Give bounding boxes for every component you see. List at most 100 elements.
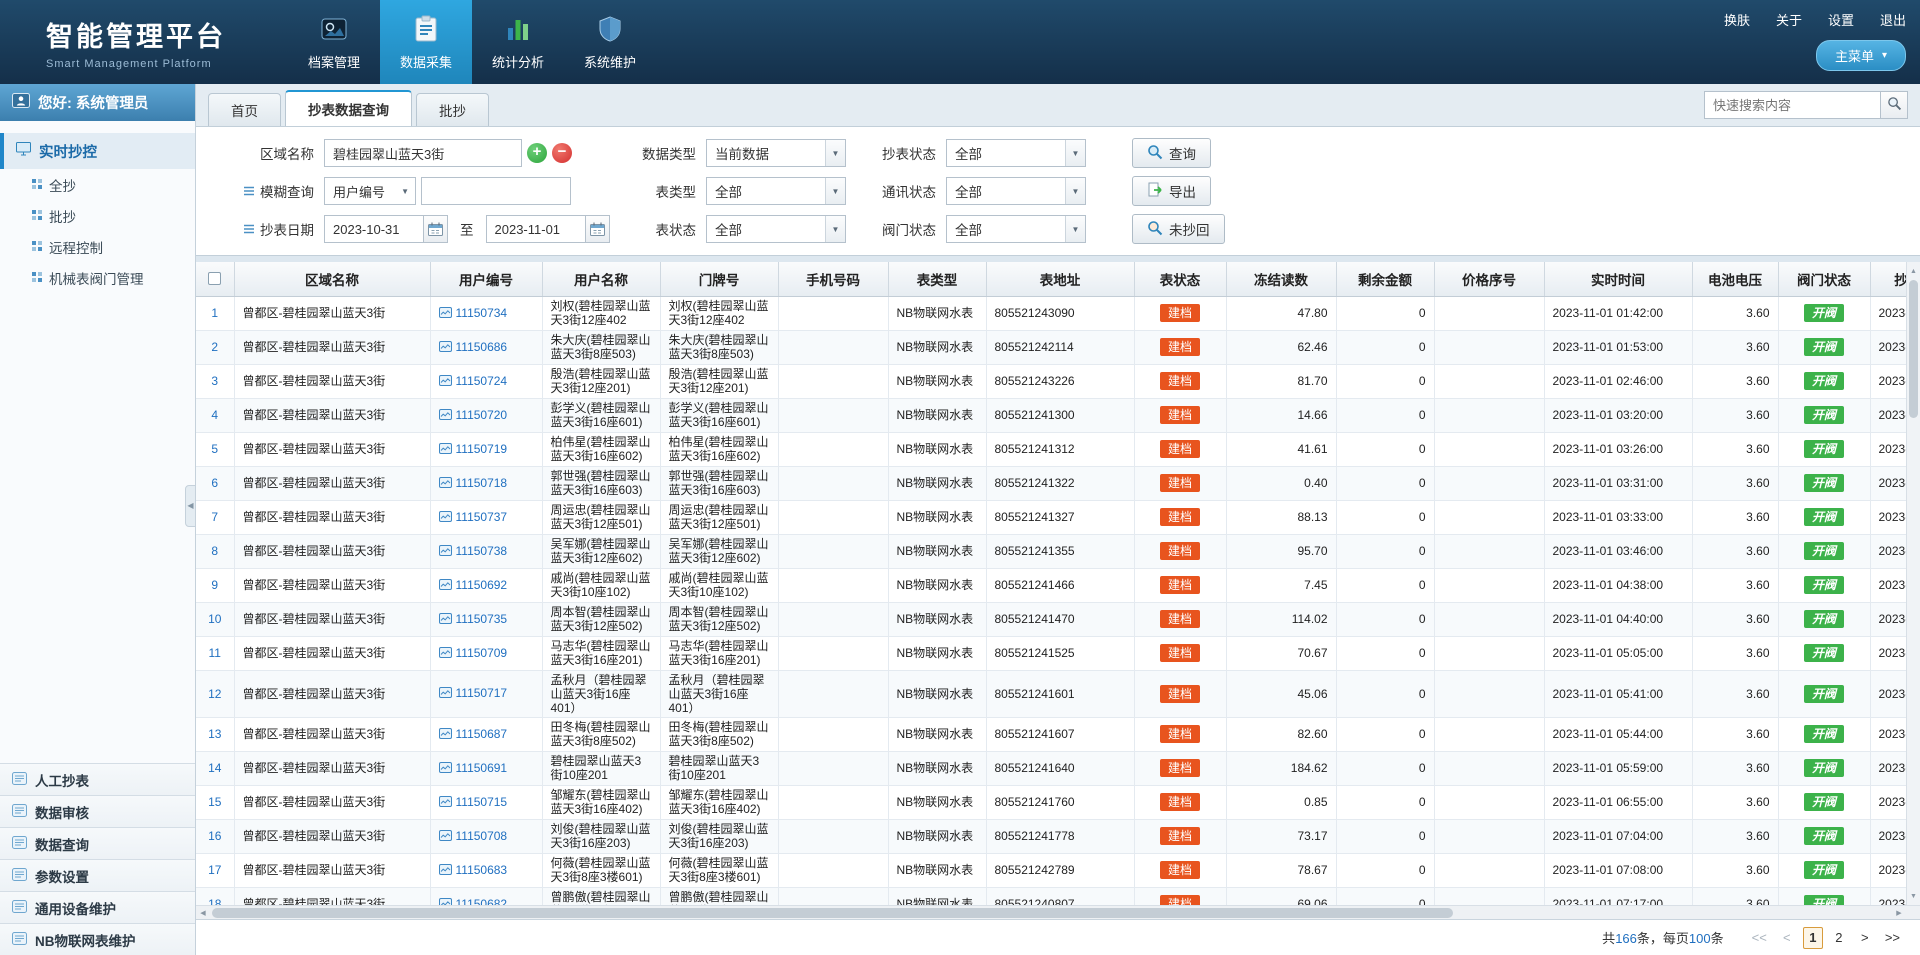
user-no-link[interactable]: 11150738 xyxy=(456,544,508,558)
change-skin-link[interactable]: 换肤 xyxy=(1724,10,1750,29)
sidebar-item-remote-control[interactable]: 远程控制 xyxy=(0,231,195,262)
nav-system-maintenance[interactable]: 系统维护 xyxy=(564,0,656,84)
vertical-scrollbar[interactable]: ▲ ▼ xyxy=(1906,262,1920,905)
nav-statistics[interactable]: 统计分析 xyxy=(472,0,564,84)
cell-user-no[interactable]: 11150709 xyxy=(430,636,542,670)
cell-user-no[interactable]: 11150737 xyxy=(430,500,542,534)
sidebar-item-device-maintenance[interactable]: 通用设备维护 xyxy=(0,891,195,923)
date-from-input[interactable] xyxy=(324,215,424,243)
sidebar-item-data-query[interactable]: 数据查询 xyxy=(0,827,195,859)
user-no-link[interactable]: 11150691 xyxy=(456,761,508,775)
scroll-up-icon[interactable]: ▲ xyxy=(1907,264,1920,278)
settings-link[interactable]: 设置 xyxy=(1828,10,1854,29)
user-no-link[interactable]: 11150719 xyxy=(456,442,508,456)
prev-page-button[interactable]: < xyxy=(1777,927,1797,949)
user-no-link[interactable]: 11150682 xyxy=(456,897,508,906)
cell-user-no[interactable]: 11150708 xyxy=(430,819,542,853)
table-row[interactable]: 6曾都区-碧桂园翠山蓝天3街11150718郭世强(碧桂园翠山蓝天3街16座60… xyxy=(196,466,1906,500)
tab-meter-data-query[interactable]: 抄表数据查询 xyxy=(285,90,412,126)
table-row[interactable]: 15曾都区-碧桂园翠山蓝天3街11150715邹耀东(碧桂园翠山蓝天3街16座4… xyxy=(196,785,1906,819)
valve-status-select[interactable]: 全部 ▼ xyxy=(946,215,1086,243)
read-status-select[interactable]: 全部 ▼ xyxy=(946,139,1086,167)
sidebar-item-manual-reading[interactable]: 人工抄表 xyxy=(0,763,195,795)
table-row[interactable]: 1曾都区-碧桂园翠山蓝天3街11150734刘权(碧桂园翠山蓝天3街12座402… xyxy=(196,296,1906,330)
cell-user-no[interactable]: 11150682 xyxy=(430,887,542,905)
user-no-link[interactable]: 11150737 xyxy=(456,510,508,524)
query-button[interactable]: 查询 xyxy=(1132,138,1211,168)
scroll-down-icon[interactable]: ▼ xyxy=(1907,889,1920,903)
cell-user-no[interactable]: 11150717 xyxy=(430,670,542,717)
nav-data-collection[interactable]: 数据采集 xyxy=(380,0,472,84)
table-row[interactable]: 14曾都区-碧桂园翠山蓝天3街11150691碧桂园翠山蓝天3街10座201碧桂… xyxy=(196,751,1906,785)
last-page-button[interactable]: >> xyxy=(1881,927,1904,949)
cell-user-no[interactable]: 11150692 xyxy=(430,568,542,602)
search-button[interactable] xyxy=(1880,91,1908,119)
meter-type-select[interactable]: 全部 ▼ xyxy=(706,177,846,205)
main-menu-button[interactable]: 主菜单 ▾ xyxy=(1816,40,1906,71)
cell-user-no[interactable]: 11150718 xyxy=(430,466,542,500)
calendar-icon[interactable] xyxy=(424,215,448,243)
sidebar-item-realtime-reading[interactable]: 实时抄控 xyxy=(0,133,195,169)
cell-user-no[interactable]: 11150735 xyxy=(430,602,542,636)
calendar-icon[interactable] xyxy=(586,215,610,243)
vertical-scrollbar-thumb[interactable] xyxy=(1909,280,1918,418)
user-no-link[interactable]: 11150683 xyxy=(456,863,508,877)
fuzzy-query-input[interactable] xyxy=(421,177,571,205)
user-no-link[interactable]: 11150720 xyxy=(456,408,508,422)
fuzzy-field-select[interactable]: 用户编号 ▼ xyxy=(324,177,416,205)
table-row[interactable]: 10曾都区-碧桂园翠山蓝天3街11150735周本智(碧桂园翠山蓝天3街12座5… xyxy=(196,602,1906,636)
table-row[interactable]: 9曾都区-碧桂园翠山蓝天3街11150692戚尚(碧桂园翠山蓝天3街10座102… xyxy=(196,568,1906,602)
table-row[interactable]: 11曾都区-碧桂园翠山蓝天3街11150709马志华(碧桂园翠山蓝天3街16座2… xyxy=(196,636,1906,670)
page-button-2[interactable]: 2 xyxy=(1829,927,1849,949)
cell-user-no[interactable]: 11150686 xyxy=(430,330,542,364)
table-row[interactable]: 4曾都区-碧桂园翠山蓝天3街11150720彭学义(碧桂园翠山蓝天3街16座60… xyxy=(196,398,1906,432)
table-row[interactable]: 16曾都区-碧桂园翠山蓝天3街11150708刘俊(碧桂园翠山蓝天3街16座20… xyxy=(196,819,1906,853)
tab-home[interactable]: 首页 xyxy=(208,93,281,126)
scroll-left-icon[interactable]: ◀ xyxy=(196,906,210,919)
cell-user-no[interactable]: 11150724 xyxy=(430,364,542,398)
sidebar-item-full-reading[interactable]: 全抄 xyxy=(0,169,195,200)
cell-user-no[interactable]: 11150734 xyxy=(430,296,542,330)
export-button[interactable]: 导出 xyxy=(1132,176,1211,206)
user-no-link[interactable]: 11150735 xyxy=(456,612,508,626)
first-page-button[interactable]: << xyxy=(1748,927,1771,949)
user-no-link[interactable]: 11150686 xyxy=(456,340,508,354)
horizontal-scrollbar-thumb[interactable] xyxy=(212,908,1453,918)
table-row[interactable]: 5曾都区-碧桂园翠山蓝天3街11150719柏伟星(碧桂园翠山蓝天3街16座60… xyxy=(196,432,1906,466)
table-row[interactable]: 8曾都区-碧桂园翠山蓝天3街11150738吴军娜(碧桂园翠山蓝天3街12座60… xyxy=(196,534,1906,568)
quick-search-input[interactable] xyxy=(1704,91,1880,119)
logout-link[interactable]: 退出 xyxy=(1880,10,1906,29)
table-row[interactable]: 12曾都区-碧桂园翠山蓝天3街11150717孟秋月（碧桂园翠山蓝天3街16座4… xyxy=(196,670,1906,717)
user-no-link[interactable]: 11150718 xyxy=(456,476,508,490)
sidebar-item-nb-iot-maintenance[interactable]: NB物联网表维护 xyxy=(0,923,195,955)
cell-user-no[interactable]: 11150715 xyxy=(430,785,542,819)
meter-status-select[interactable]: 全部 ▼ xyxy=(706,215,846,243)
cell-user-no[interactable]: 11150738 xyxy=(430,534,542,568)
sidebar-item-parameter-settings[interactable]: 参数设置 xyxy=(0,859,195,891)
remove-area-button[interactable]: − xyxy=(552,143,572,163)
data-type-select[interactable]: 当前数据 ▼ xyxy=(706,139,846,167)
date-to-input[interactable] xyxy=(486,215,586,243)
table-row[interactable]: 2曾都区-碧桂园翠山蓝天3街11150686朱大庆(碧桂园翠山蓝天3街8座503… xyxy=(196,330,1906,364)
user-no-link[interactable]: 11150715 xyxy=(456,795,508,809)
cell-user-no[interactable]: 11150691 xyxy=(430,751,542,785)
select-all-header[interactable] xyxy=(196,262,234,296)
sidebar-item-batch-reading[interactable]: 批抄 xyxy=(0,200,195,231)
user-no-link[interactable]: 11150724 xyxy=(456,374,508,388)
table-row[interactable]: 18曾都区-碧桂园翠山蓝天3街11150682曾鹏傲(碧桂园翠山蓝天3街8座30… xyxy=(196,887,1906,905)
cell-user-no[interactable]: 11150687 xyxy=(430,717,542,751)
user-no-link[interactable]: 11150708 xyxy=(456,829,508,843)
user-no-link[interactable]: 11150717 xyxy=(456,686,508,700)
user-no-link[interactable]: 11150709 xyxy=(456,646,508,660)
unread-button[interactable]: 未抄回 xyxy=(1132,214,1225,244)
horizontal-scrollbar[interactable]: ◀ ▶ xyxy=(196,905,1920,919)
nav-archive-management[interactable]: 档案管理 xyxy=(288,0,380,84)
user-no-link[interactable]: 11150687 xyxy=(456,727,508,741)
cell-user-no[interactable]: 11150720 xyxy=(430,398,542,432)
tab-batch-reading[interactable]: 批抄 xyxy=(416,93,489,126)
sidebar-item-data-review[interactable]: 数据审核 xyxy=(0,795,195,827)
table-row[interactable]: 7曾都区-碧桂园翠山蓝天3街11150737周运忠(碧桂园翠山蓝天3街12座50… xyxy=(196,500,1906,534)
comm-status-select[interactable]: 全部 ▼ xyxy=(946,177,1086,205)
sidebar-collapse-handle[interactable]: ◀ xyxy=(185,485,196,527)
user-no-link[interactable]: 11150734 xyxy=(456,306,508,320)
